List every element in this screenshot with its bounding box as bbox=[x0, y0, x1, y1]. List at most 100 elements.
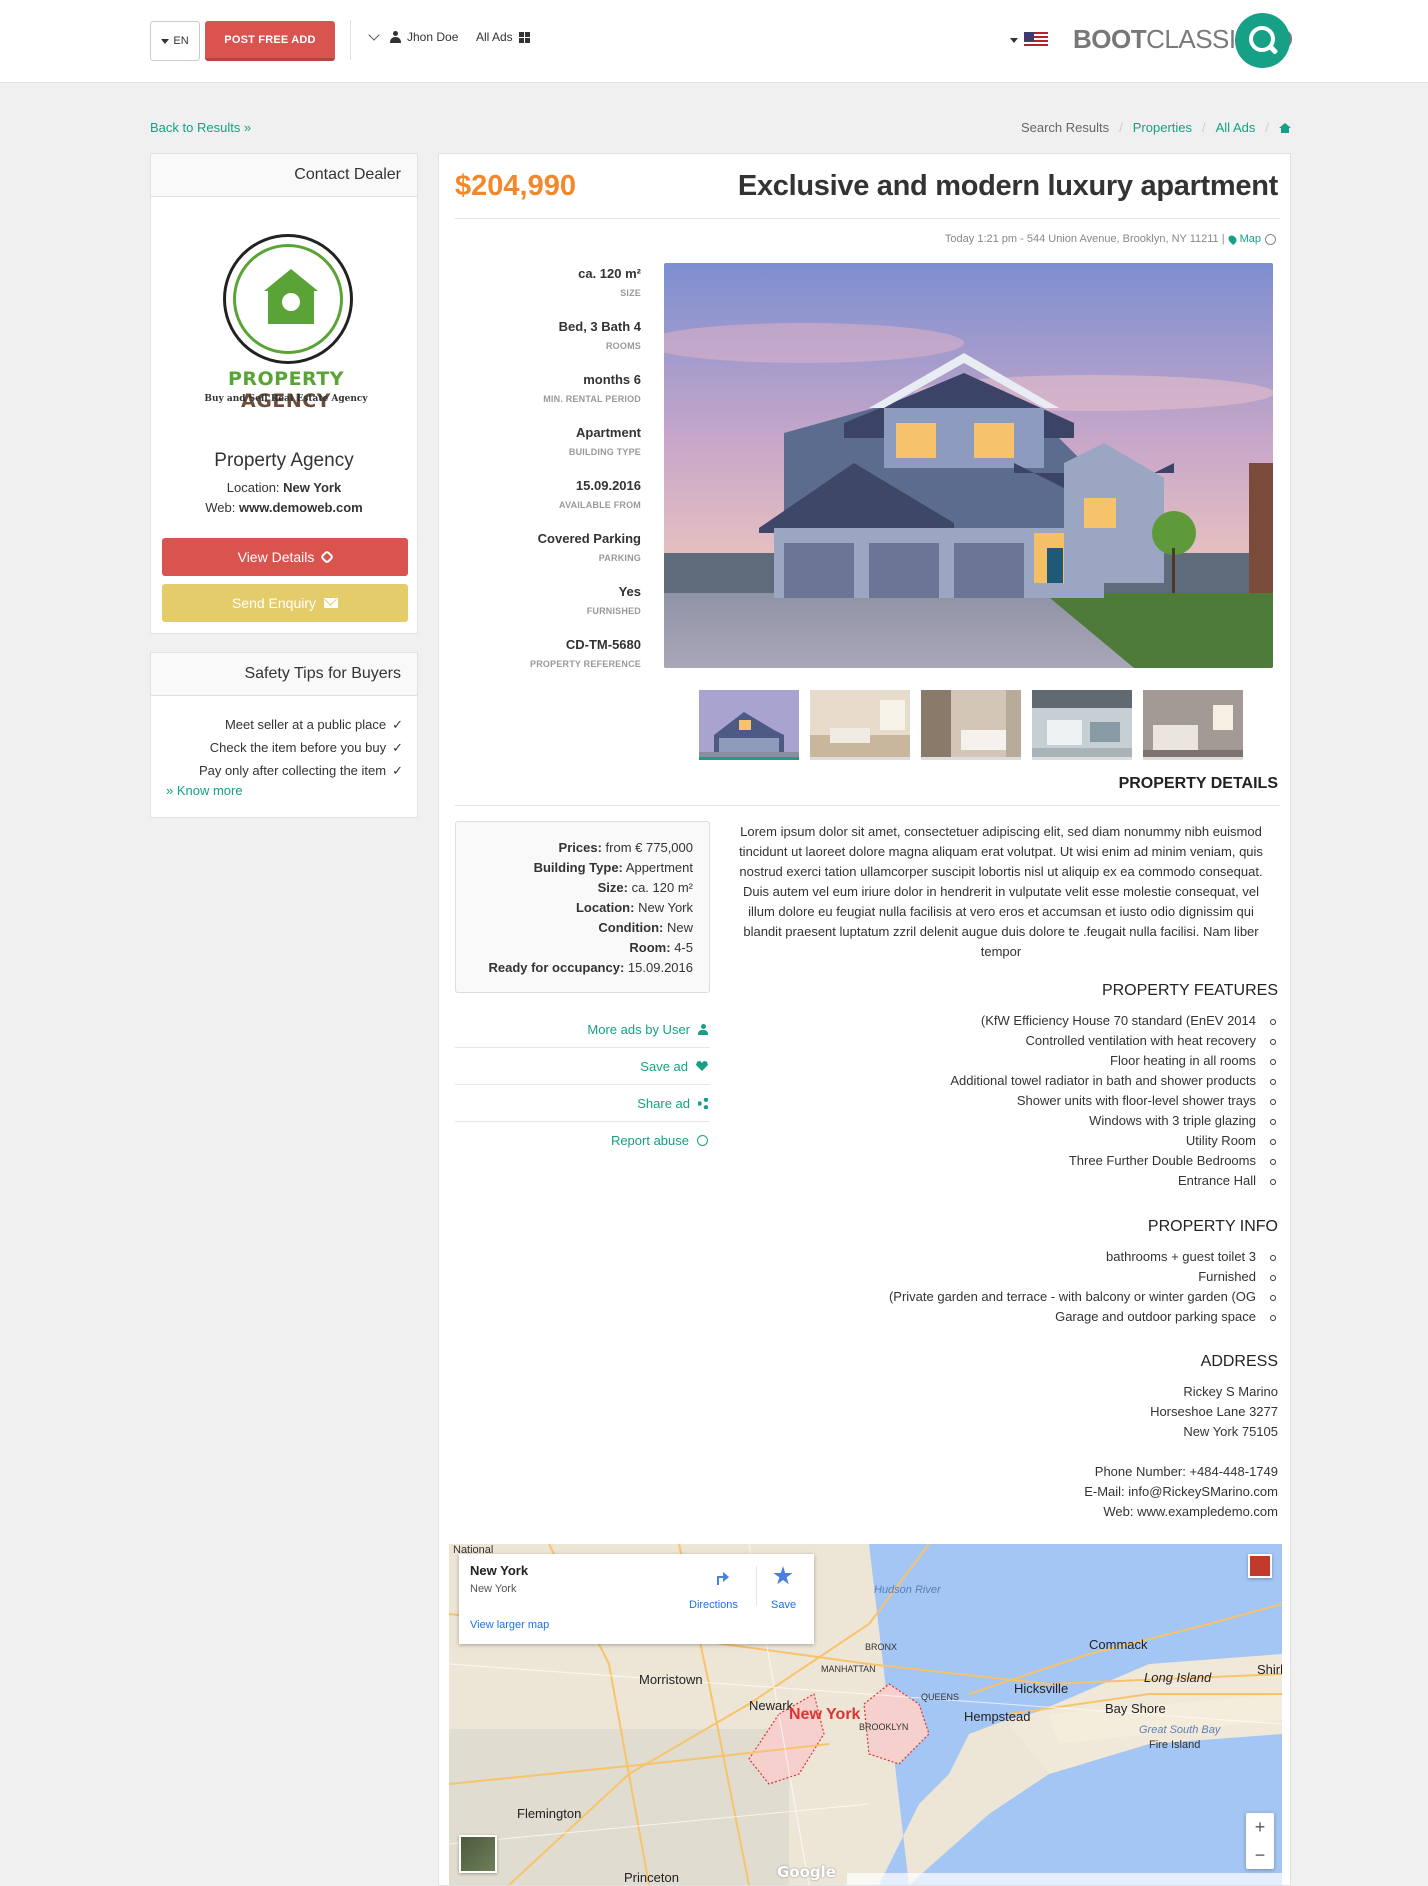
user-menu[interactable]: Jhon Doe bbox=[368, 28, 458, 44]
link-icon bbox=[320, 549, 335, 565]
list-item: Entrance Hall bbox=[950, 1171, 1276, 1191]
list-item: Utility Room bbox=[950, 1131, 1276, 1151]
breadcrumb-properties[interactable]: Properties bbox=[1133, 120, 1192, 135]
more-ads-by-user-link[interactable]: More ads by User bbox=[455, 1011, 710, 1048]
map-link[interactable]: Map bbox=[1240, 233, 1261, 245]
user-icon bbox=[698, 1023, 708, 1035]
list-item: Check the item before you buy ✓ bbox=[199, 736, 403, 759]
google-logo: Google bbox=[777, 1863, 836, 1881]
house-photo bbox=[664, 263, 1273, 668]
features-list: (KfW Efficiency House 70 standard (EnEV … bbox=[950, 1011, 1276, 1191]
main-photo[interactable] bbox=[664, 263, 1273, 668]
thumbnail-5[interactable] bbox=[1143, 690, 1243, 760]
spec-item: CD-TM-5680 PROPERTY REFERENCE bbox=[530, 637, 641, 669]
panel-title: Safety Tips for Buyers bbox=[151, 653, 417, 696]
safety-tips-panel: Safety Tips for Buyers Meet seller at a … bbox=[150, 652, 418, 818]
listing-title: Exclusive and modern luxury apartment bbox=[737, 170, 1278, 202]
spec-item: months 6 MIN. RENTAL PERIOD bbox=[543, 372, 641, 404]
view-details-button[interactable]: View Details bbox=[162, 538, 408, 576]
all-ads-link[interactable]: All Ads bbox=[476, 30, 530, 44]
breadcrumb-search-results[interactable]: Search Results bbox=[1021, 120, 1109, 135]
post-free-ad-button[interactable]: POST FREE ADD bbox=[205, 21, 335, 61]
contact-dealer-panel: Contact Dealer PROPERTY AGENCY Buy and S… bbox=[150, 153, 418, 634]
address-block: Rickey S Marino Horseshoe Lane 3277 New … bbox=[1150, 1384, 1278, 1439]
thumbnail-4[interactable] bbox=[1032, 690, 1132, 760]
dealer-name: Property Agency bbox=[214, 450, 354, 471]
save-place-link[interactable]: Save bbox=[771, 1599, 796, 1611]
directions-link[interactable]: Directions bbox=[689, 1599, 738, 1611]
user-icon bbox=[390, 31, 401, 43]
satellite-toggle[interactable] bbox=[459, 1835, 497, 1873]
info-icon bbox=[697, 1135, 708, 1146]
spec-item: Covered Parking PARKING bbox=[537, 531, 641, 563]
details-summary-box: Prices: from € 775,000 Building Type: Ap… bbox=[455, 821, 710, 993]
check-icon: ✓ bbox=[392, 763, 403, 778]
ad-actions: More ads by User Save ad Share ad Report… bbox=[455, 1011, 710, 1159]
back-to-results-link[interactable]: Back to Results » bbox=[150, 120, 251, 135]
language-dropdown[interactable]: EN bbox=[150, 21, 200, 61]
safety-tips-list: Meet seller at a public place ✓ Check the… bbox=[199, 713, 403, 782]
info-list: bathrooms + guest toilet 3 Furnished (Pr… bbox=[889, 1247, 1276, 1327]
map-marker-icon bbox=[1226, 233, 1238, 245]
clock-icon bbox=[1265, 233, 1276, 245]
caret-down-icon bbox=[1010, 37, 1018, 43]
list-item: Additional towel radiator in bath and sh… bbox=[950, 1071, 1276, 1091]
know-more-link[interactable]: » Know more bbox=[166, 783, 243, 798]
report-abuse-link[interactable]: Report abuse bbox=[455, 1122, 710, 1159]
user-avatar[interactable] bbox=[1248, 1554, 1272, 1578]
thumbnail-3[interactable] bbox=[921, 690, 1021, 760]
breadcrumb: Search Results / Properties / All Ads / bbox=[1021, 120, 1291, 135]
address-heading: ADDRESS bbox=[1200, 1353, 1278, 1370]
spec-item: ca. 120 m² SIZE bbox=[578, 266, 641, 298]
list-item: (KfW Efficiency House 70 standard (EnEV … bbox=[950, 1011, 1276, 1031]
chevron-down-icon bbox=[368, 28, 380, 41]
list-item: Shower units with floor-level shower tra… bbox=[950, 1091, 1276, 1111]
breadcrumb-all-ads[interactable]: All Ads bbox=[1216, 120, 1256, 135]
contact-block: Phone Number: +484-448-1749 E-Mail: info… bbox=[1084, 1464, 1278, 1519]
property-features-heading: PROPERTY FEATURES bbox=[1101, 982, 1278, 999]
header-divider bbox=[350, 20, 351, 60]
map-place-card: New York New York View larger map Direct… bbox=[459, 1554, 814, 1644]
zoom-control: + − bbox=[1246, 1813, 1274, 1869]
thumbnail-2[interactable] bbox=[810, 690, 910, 760]
view-larger-map-link[interactable]: View larger map bbox=[470, 1619, 549, 1631]
heart-icon bbox=[696, 1061, 708, 1071]
list-item: Controlled ventilation with heat recover… bbox=[950, 1031, 1276, 1051]
agency-logo: PROPERTY AGENCY Buy and Sell Real Estate… bbox=[191, 234, 381, 412]
country-dropdown[interactable] bbox=[1010, 32, 1048, 48]
envelope-icon bbox=[324, 598, 339, 608]
google-map[interactable]: National Morristown Newark New York Hemp… bbox=[449, 1544, 1282, 1885]
dealer-web: Web: www.demoweb.com bbox=[205, 500, 363, 515]
top-navbar: EN POST FREE ADD Jhon Doe All Ads BOOTCL… bbox=[0, 0, 1428, 83]
zoom-in-button[interactable]: + bbox=[1246, 1813, 1274, 1841]
spec-item: 15.09.2016 AVAILABLE FROM bbox=[559, 478, 641, 510]
listing-price: $204,990 bbox=[455, 170, 576, 202]
share-ad-link[interactable]: Share ad bbox=[455, 1085, 710, 1122]
zoom-out-button[interactable]: − bbox=[1246, 1841, 1274, 1869]
list-item: bathrooms + guest toilet 3 bbox=[889, 1247, 1276, 1267]
spec-list: ca. 120 m² SIZE Bed, 3 Bath 4 ROOMS months… bbox=[455, 266, 641, 690]
check-icon: ✓ bbox=[392, 740, 403, 755]
check-icon: ✓ bbox=[392, 717, 403, 732]
search-icon[interactable] bbox=[1235, 13, 1290, 68]
thumbnail-1[interactable] bbox=[699, 690, 799, 760]
property-info-heading: PROPERTY INFO bbox=[1147, 1218, 1278, 1235]
panel-title: Contact Dealer bbox=[151, 154, 417, 197]
list-item: Windows with 3 triple glazing bbox=[950, 1111, 1276, 1131]
us-flag-icon bbox=[1024, 32, 1048, 48]
spec-item: Yes FURNISHED bbox=[586, 584, 641, 616]
list-item: Pay only after collecting the item ✓ bbox=[199, 759, 403, 782]
caret-down-icon bbox=[161, 38, 170, 44]
home-icon[interactable] bbox=[1279, 122, 1291, 133]
list-item: Garage and outdoor parking space bbox=[889, 1307, 1276, 1327]
grid-icon bbox=[518, 31, 530, 43]
spec-item: Apartment BUILDING TYPE bbox=[568, 425, 641, 457]
directions-icon[interactable] bbox=[715, 1567, 731, 1585]
list-item: Furnished bbox=[889, 1267, 1276, 1287]
listing-panel: $204,990 Exclusive and modern luxury apa… bbox=[438, 153, 1291, 1886]
send-enquiry-button[interactable]: Send Enquiry bbox=[162, 584, 408, 622]
save-ad-link[interactable]: Save ad bbox=[455, 1048, 710, 1085]
star-icon[interactable] bbox=[773, 1566, 793, 1585]
list-item: Three Further Double Bedrooms bbox=[950, 1151, 1276, 1171]
share-icon bbox=[698, 1097, 708, 1109]
